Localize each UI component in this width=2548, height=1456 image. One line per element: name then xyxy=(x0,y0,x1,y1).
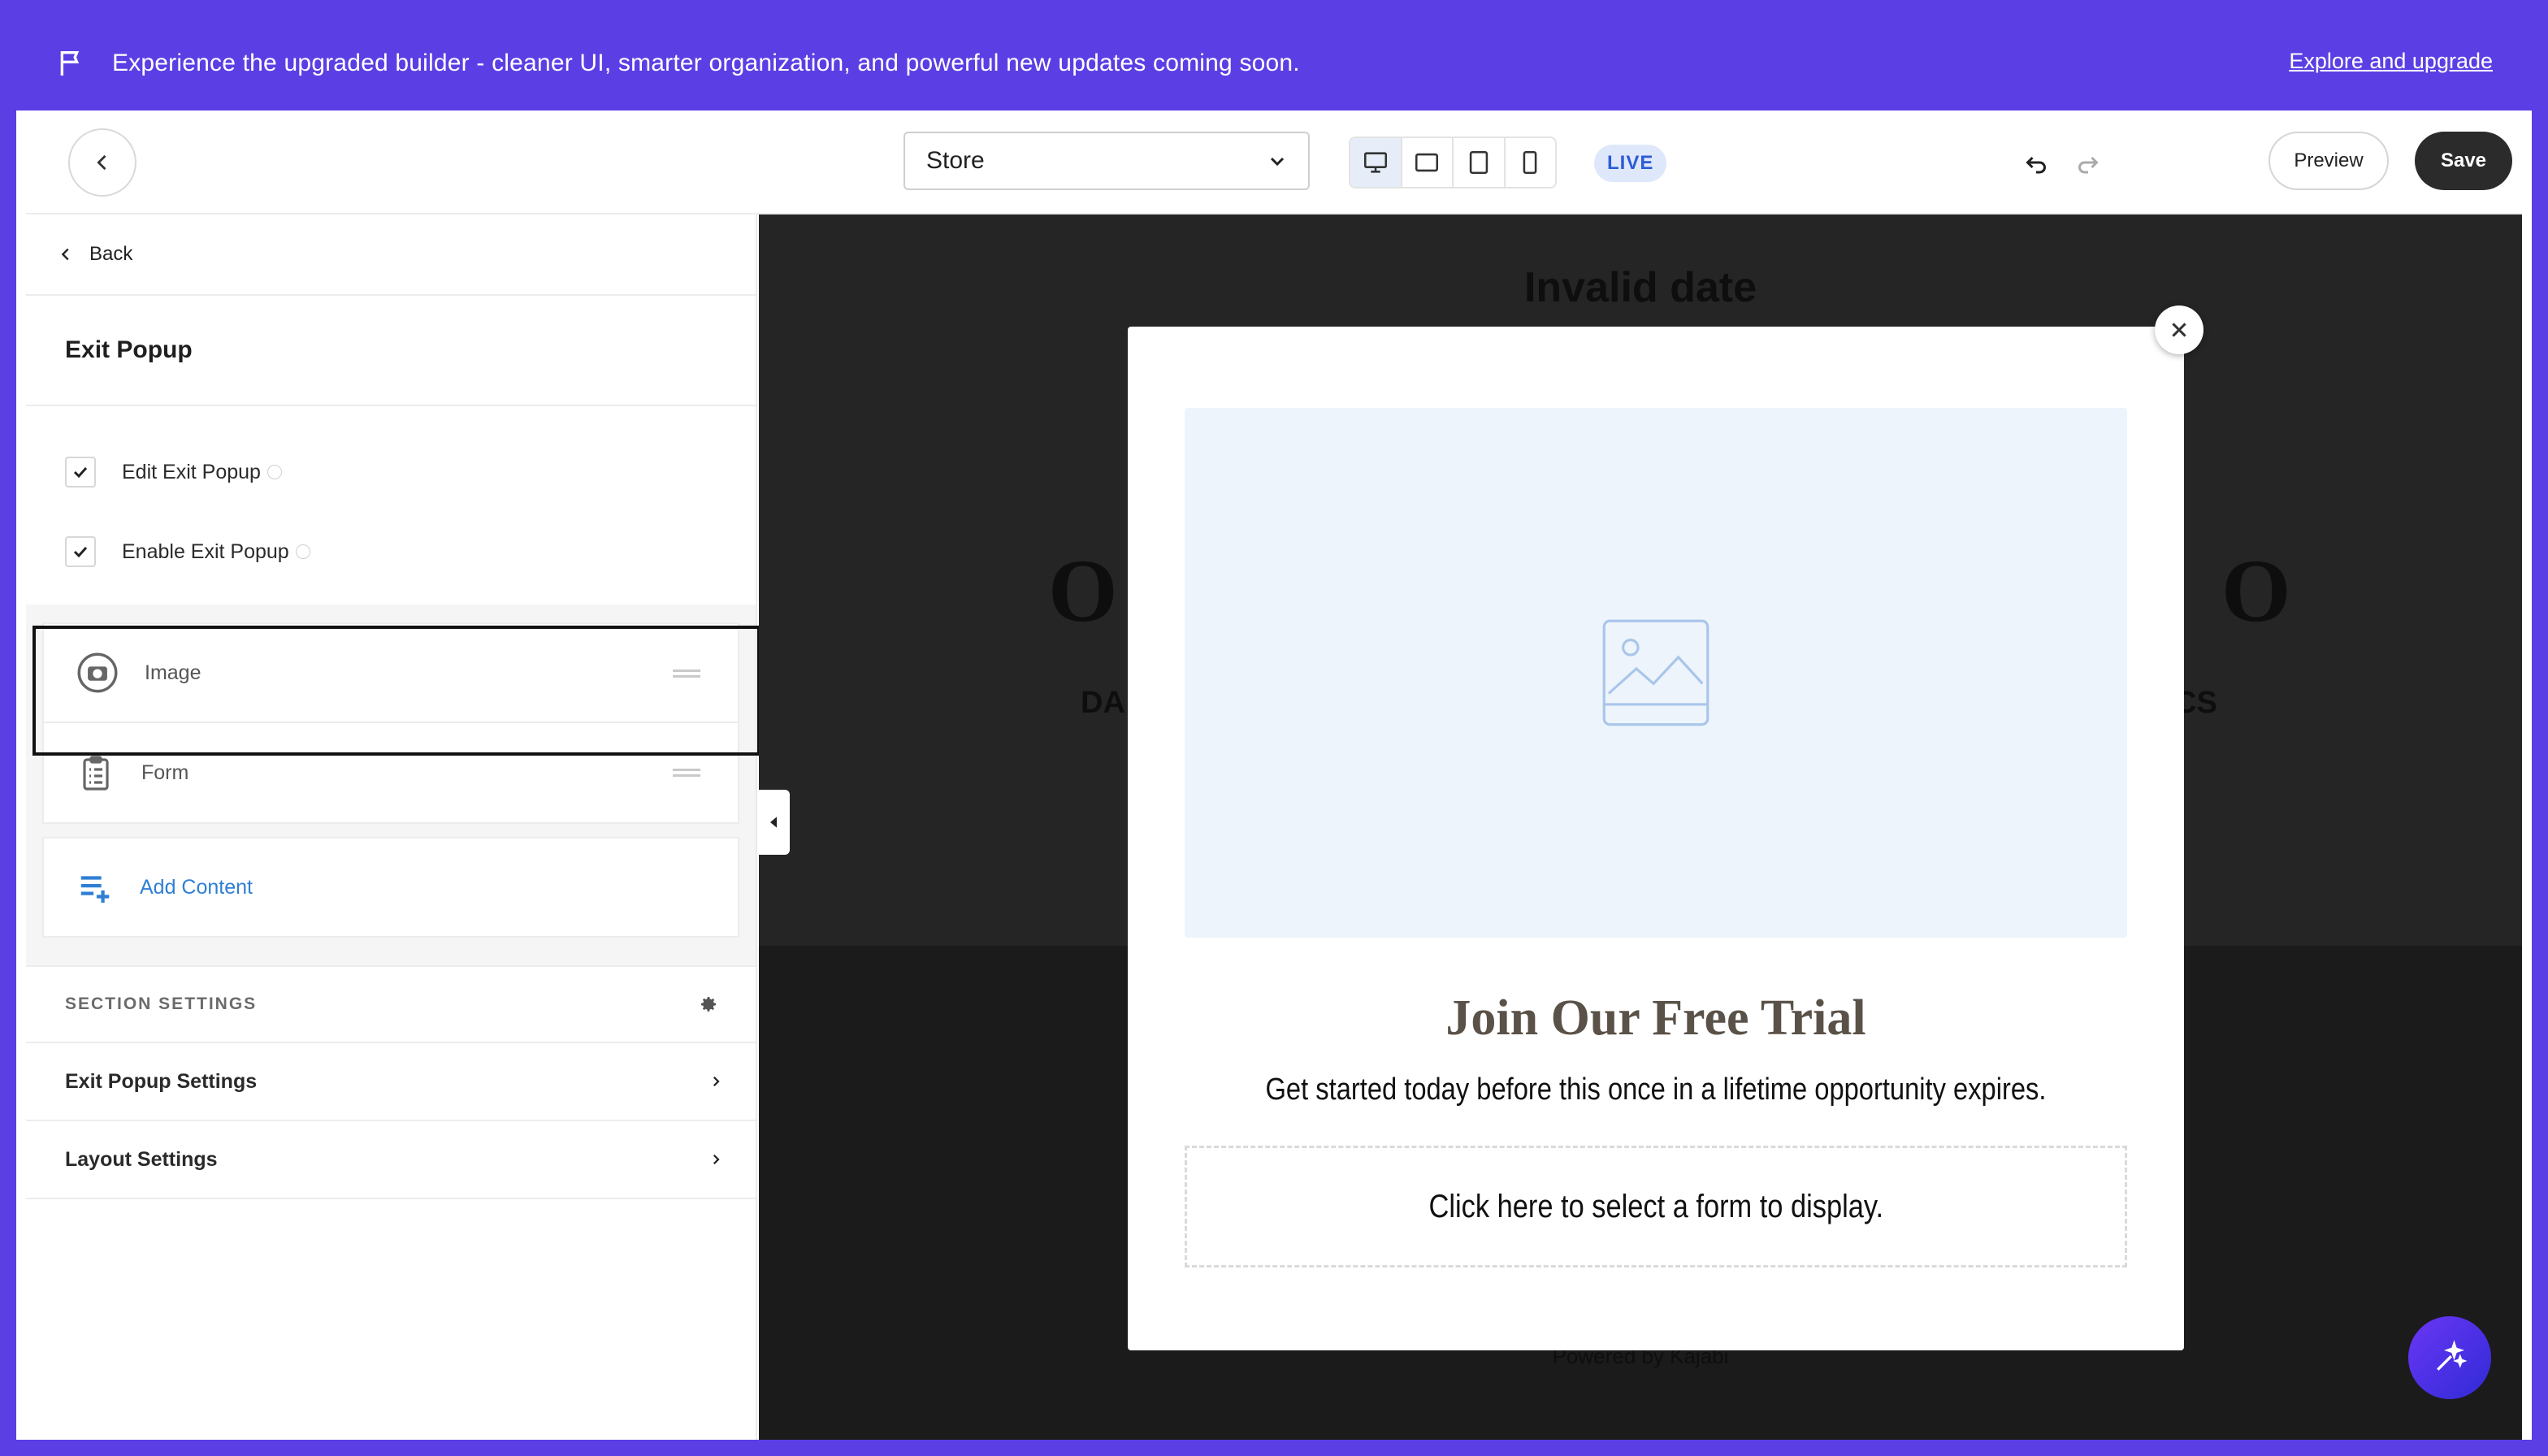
add-content-button[interactable]: Add Content xyxy=(42,837,739,938)
undo-button[interactable] xyxy=(2018,145,2054,180)
panel-title-text: Exit Popup xyxy=(65,336,193,363)
section-settings-header: SECTION SETTINGS xyxy=(26,965,756,1043)
chevron-right-icon xyxy=(713,1076,720,1087)
playlist-add-icon xyxy=(80,876,110,904)
layout-settings-label: Layout Settings xyxy=(65,1147,218,1171)
ai-assistant-button[interactable] xyxy=(2408,1316,2491,1399)
canvas-bg-letter-right: O xyxy=(2221,541,2291,640)
edit-exit-popup-option: Edit Exit Popup xyxy=(65,452,717,492)
mobile-view-button[interactable] xyxy=(1506,138,1556,187)
close-popup-button[interactable] xyxy=(2155,306,2204,354)
sparkle-icon xyxy=(2437,1340,2468,1371)
builder-toolbar: Store LIVE Preview Save xyxy=(26,110,2522,214)
exit-popup-modal: Join Our Free Trial Get started today be… xyxy=(1128,306,2204,1350)
block-image-label: Image xyxy=(145,661,202,684)
close-icon xyxy=(2172,323,2186,337)
chevron-down-icon xyxy=(1270,157,1285,167)
device-switcher xyxy=(1349,136,1557,188)
live-badge: LIVE xyxy=(1594,145,1667,182)
preview-button[interactable]: Preview xyxy=(2268,132,2389,190)
block-list: Image Form Add Content xyxy=(26,604,756,965)
form-placeholder[interactable]: Click here to select a form to display. xyxy=(1185,1146,2127,1268)
caret-left-icon xyxy=(770,817,777,828)
panel-title: Exit Popup xyxy=(26,296,756,406)
redo-button[interactable] xyxy=(2070,145,2106,180)
popup-options: Edit Exit Popup Enable Exit Popup xyxy=(26,406,756,604)
block-image[interactable]: Image xyxy=(42,622,739,723)
banner-message: Experience the upgraded builder - cleane… xyxy=(112,50,1300,76)
image-icon xyxy=(1602,619,1710,726)
collapse-panel-button[interactable] xyxy=(757,790,790,855)
page-select[interactable]: Store xyxy=(904,132,1310,190)
chevron-right-icon xyxy=(713,1154,720,1165)
redo-icon xyxy=(2078,156,2099,174)
canvas-date-text: Invalid date xyxy=(1523,264,1757,311)
section-settings-label: SECTION SETTINGS xyxy=(65,994,258,1013)
block-form-label: Form xyxy=(141,760,189,784)
tablet-portrait-icon xyxy=(1469,150,1488,175)
info-icon[interactable] xyxy=(266,465,282,479)
tablet-landscape-view-button[interactable] xyxy=(1402,138,1454,187)
canvas-bg-letter-left: O xyxy=(1048,541,1118,640)
panel-back-link[interactable]: Back xyxy=(26,214,756,296)
enable-exit-popup-checkbox[interactable] xyxy=(65,536,96,567)
flag-icon xyxy=(60,51,80,76)
exit-popup-settings-row[interactable]: Exit Popup Settings xyxy=(26,1043,756,1121)
announcement-banner: Experience the upgraded builder - cleane… xyxy=(16,16,2532,110)
checkmark-icon xyxy=(73,466,88,479)
canvas-bg-text-left: DA xyxy=(1081,686,1125,720)
app-frame: Experience the upgraded builder - cleane… xyxy=(16,16,2532,1440)
back-label: Back xyxy=(89,243,133,265)
camera-icon xyxy=(77,652,118,693)
form-placeholder-text: Click here to select a form to display. xyxy=(1428,1188,1883,1224)
mobile-icon xyxy=(1523,150,1537,175)
exit-builder-button[interactable] xyxy=(68,128,136,197)
enable-exit-popup-label: Enable Exit Popup xyxy=(122,540,289,563)
tablet-portrait-view-button[interactable] xyxy=(1454,138,1506,187)
add-content-label: Add Content xyxy=(140,875,253,899)
popup-subheading: Get started today before this once in a … xyxy=(1265,1072,2047,1107)
drag-handle-icon[interactable] xyxy=(673,769,700,777)
drag-handle-icon[interactable] xyxy=(673,670,700,678)
gear-icon[interactable] xyxy=(699,994,718,1014)
explore-upgrade-link[interactable]: Explore and upgrade xyxy=(2289,49,2493,74)
info-icon[interactable] xyxy=(295,544,310,559)
desktop-view-button[interactable] xyxy=(1350,138,1402,187)
tablet-landscape-icon xyxy=(1415,153,1439,172)
popup-heading: Join Our Free Trial xyxy=(1445,990,1866,1046)
desktop-icon xyxy=(1363,152,1387,173)
block-form[interactable]: Form xyxy=(42,723,739,824)
enable-exit-popup-option: Enable Exit Popup xyxy=(65,531,717,572)
clipboard-icon xyxy=(83,756,109,791)
checkmark-icon xyxy=(73,546,88,558)
edit-exit-popup-checkbox[interactable] xyxy=(65,457,96,488)
settings-panel: Back Exit Popup Edit Exit Popup Enable E… xyxy=(26,214,757,1440)
chevron-left-icon xyxy=(97,154,106,171)
chevron-left-icon xyxy=(61,248,69,261)
undo-icon xyxy=(2026,156,2046,174)
exit-popup-settings-label: Exit Popup Settings xyxy=(65,1069,258,1093)
image-placeholder[interactable] xyxy=(1185,408,2127,938)
edit-exit-popup-label: Edit Exit Popup xyxy=(122,460,261,483)
save-button[interactable]: Save xyxy=(2415,132,2512,190)
page-select-value: Store xyxy=(926,147,985,174)
layout-settings-row[interactable]: Layout Settings xyxy=(26,1121,756,1199)
